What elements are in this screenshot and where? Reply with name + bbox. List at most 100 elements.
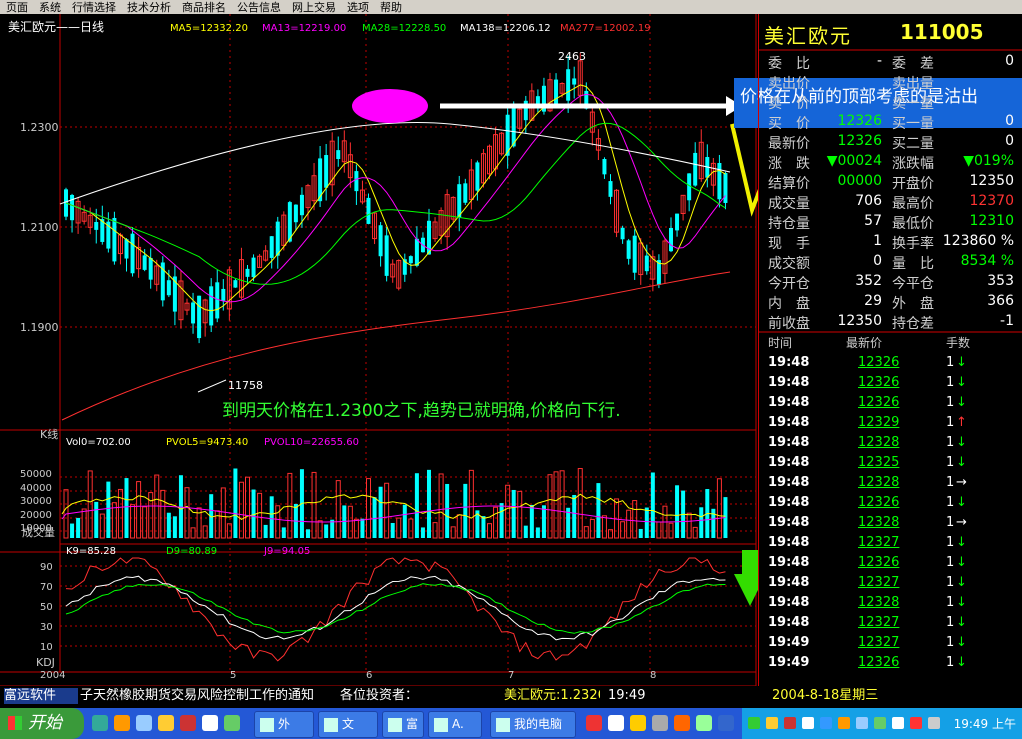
menu-item-system[interactable]: 系统 [33, 1, 66, 15]
quote-value: 0 [1005, 53, 1014, 69]
quote-label: 委 比 [768, 56, 810, 72]
quicklaunch-extra-icon-5[interactable] [674, 715, 690, 731]
tray-update-icon[interactable] [838, 717, 850, 729]
quicklaunch-extra-icon-4[interactable] [652, 715, 668, 731]
quote-value: -1 [1000, 313, 1014, 329]
quote-label: 今平仓 [892, 276, 934, 292]
quote-value: 57 [864, 213, 882, 229]
quote-label: 买一量 [892, 116, 934, 132]
tick-direction: → [956, 515, 967, 530]
tray-im-icon[interactable] [820, 717, 832, 729]
quote-label: 最高价 [892, 196, 934, 212]
quicklaunch-extra-icon-6[interactable] [696, 715, 712, 731]
tick-volume: 1 [946, 375, 955, 390]
price-axis-label: 1.2300 [20, 121, 59, 134]
tick-direction: ↓ [956, 355, 967, 370]
menu-item-tech-analysis[interactable]: 技术分析 [121, 1, 176, 15]
tick-time: 19:48 [768, 455, 810, 470]
quicklaunch-extra-icon-3[interactable] [630, 715, 646, 731]
tick-time: 19:48 [768, 495, 810, 510]
quicklaunch-media-icon[interactable] [114, 715, 130, 731]
volume-axis-label: 10000 [20, 523, 52, 534]
tick-price: 12326 [858, 395, 900, 410]
tick-direction: ↓ [956, 595, 967, 610]
tick-row: 19:49 12327 1 ↓ [758, 635, 1022, 655]
task-button-my-computer[interactable]: 我的电脑 [490, 711, 576, 738]
annotation-text: 到明天价格在1.2300之下,趋势已就明确,价格向下行. [222, 401, 621, 421]
tick-price: 12328 [858, 475, 900, 490]
menu-item-online-trade[interactable]: 网上交易 [286, 1, 341, 15]
quote-label: 开盘价 [892, 176, 934, 192]
quicklaunch-desktop-icon[interactable] [136, 715, 152, 731]
quicklaunch-browser-icon[interactable] [92, 715, 108, 731]
quicklaunch-extra-icon-1[interactable] [586, 715, 602, 731]
tick-price: 12326 [858, 555, 900, 570]
quote-value: 0 [1005, 133, 1014, 149]
quicklaunch-extra-icon-2[interactable] [608, 715, 624, 731]
tick-direction: ↓ [956, 555, 967, 570]
tray-alert-icon[interactable] [910, 717, 922, 729]
status-ticker: 子天然橡胶期货交易风险控制工作的通知 各位投资者： [80, 688, 419, 703]
quote-row: 卖 价 卖一量 [758, 93, 1022, 113]
tick-volume: 1 [946, 615, 955, 630]
quicklaunch-notepad-icon[interactable] [202, 715, 218, 731]
quicklaunch-folder-icon[interactable] [158, 715, 174, 731]
date-axis-label: 8 [650, 670, 656, 681]
quote-value: 12350 [837, 313, 882, 329]
quicklaunch-tool-icon[interactable] [224, 715, 240, 731]
kdj-lines [65, 557, 726, 662]
start-button[interactable]: 开始 [0, 708, 84, 739]
quote-value: 706 [855, 193, 882, 209]
task-button-3[interactable]: 富 [382, 711, 424, 738]
quote-row: 现 手 1 换手率 123860 % [758, 233, 1022, 253]
date-axis-label: 5 [230, 670, 236, 681]
tray-volume-icon[interactable] [802, 717, 814, 729]
quote-row: 成交量 706 最高价 12370 [758, 193, 1022, 213]
taskbar-clock[interactable]: 19:49 上午 [954, 715, 1016, 732]
tray-misc-icon[interactable] [892, 717, 904, 729]
tick-header-time: 时间 [768, 336, 793, 350]
tray-security-icon[interactable] [784, 717, 796, 729]
tray-app-icon[interactable] [766, 717, 778, 729]
status-symbol: 美汇欧元:1.2326 [504, 688, 600, 703]
quote-label: 卖出价 [768, 76, 810, 92]
tick-price: 12326 [858, 375, 900, 390]
tick-time: 19:48 [768, 435, 810, 450]
status-bar: 富远软件 子天然橡胶期货交易风险控制工作的通知 各位投资者： 美汇欧元:1.23… [0, 686, 1022, 708]
tray-network-icon[interactable] [748, 717, 760, 729]
date-axis-label: 6 [366, 670, 372, 681]
quote-row: 结算价 00000 开盘价 12350 [758, 173, 1022, 193]
tick-volume: 1 [946, 515, 955, 530]
menu-item-news[interactable]: 公告信息 [231, 1, 286, 15]
quote-label: 外 盘 [892, 296, 934, 312]
task-button-4[interactable]: A. [428, 711, 482, 738]
tray-input-icon[interactable] [874, 717, 886, 729]
volume-axis-label: 30000 [20, 496, 52, 507]
tick-row: 19:49 12326 1 ↓ [758, 655, 1022, 675]
task-button-1[interactable]: 外 [254, 711, 314, 738]
quicklaunch-extra-icon-7[interactable] [718, 715, 734, 731]
quote-label: 成交量 [768, 196, 810, 212]
tray-power-icon[interactable] [928, 717, 940, 729]
tick-time: 19:48 [768, 415, 810, 430]
quote-value: 0 [873, 253, 882, 269]
quicklaunch-app-icon[interactable] [180, 715, 196, 731]
tray-monitor-icon[interactable] [856, 717, 868, 729]
menu-item-options[interactable]: 选项 [341, 1, 374, 15]
quote-label: 最新价 [768, 136, 810, 152]
task-button-2[interactable]: 文 [318, 711, 378, 738]
tick-direction: ↓ [956, 435, 967, 450]
menu-item-market-select[interactable]: 行情选择 [66, 1, 121, 15]
quote-row: 买 价 12326 买一量 0 [758, 113, 1022, 133]
task-label: 我的电脑 [514, 717, 563, 731]
menu-item-ranking[interactable]: 商品排名 [176, 1, 231, 15]
quote-value: 00000 [837, 173, 882, 189]
quote-label: 结算价 [768, 176, 810, 192]
menu-item-page[interactable]: 页面 [0, 1, 33, 15]
price-axis-label: 1.1900 [20, 321, 59, 334]
kdj-legend: D9=80.89 [166, 546, 217, 557]
chart-area[interactable]: 美汇欧元——日线 MA5=12332.20 MA13=12219.00 MA28=1… [0, 14, 758, 686]
chart-title: 美汇欧元——日线 [8, 20, 104, 34]
menu-item-help[interactable]: 帮助 [374, 1, 407, 15]
quote-value: 12310 [969, 213, 1014, 229]
